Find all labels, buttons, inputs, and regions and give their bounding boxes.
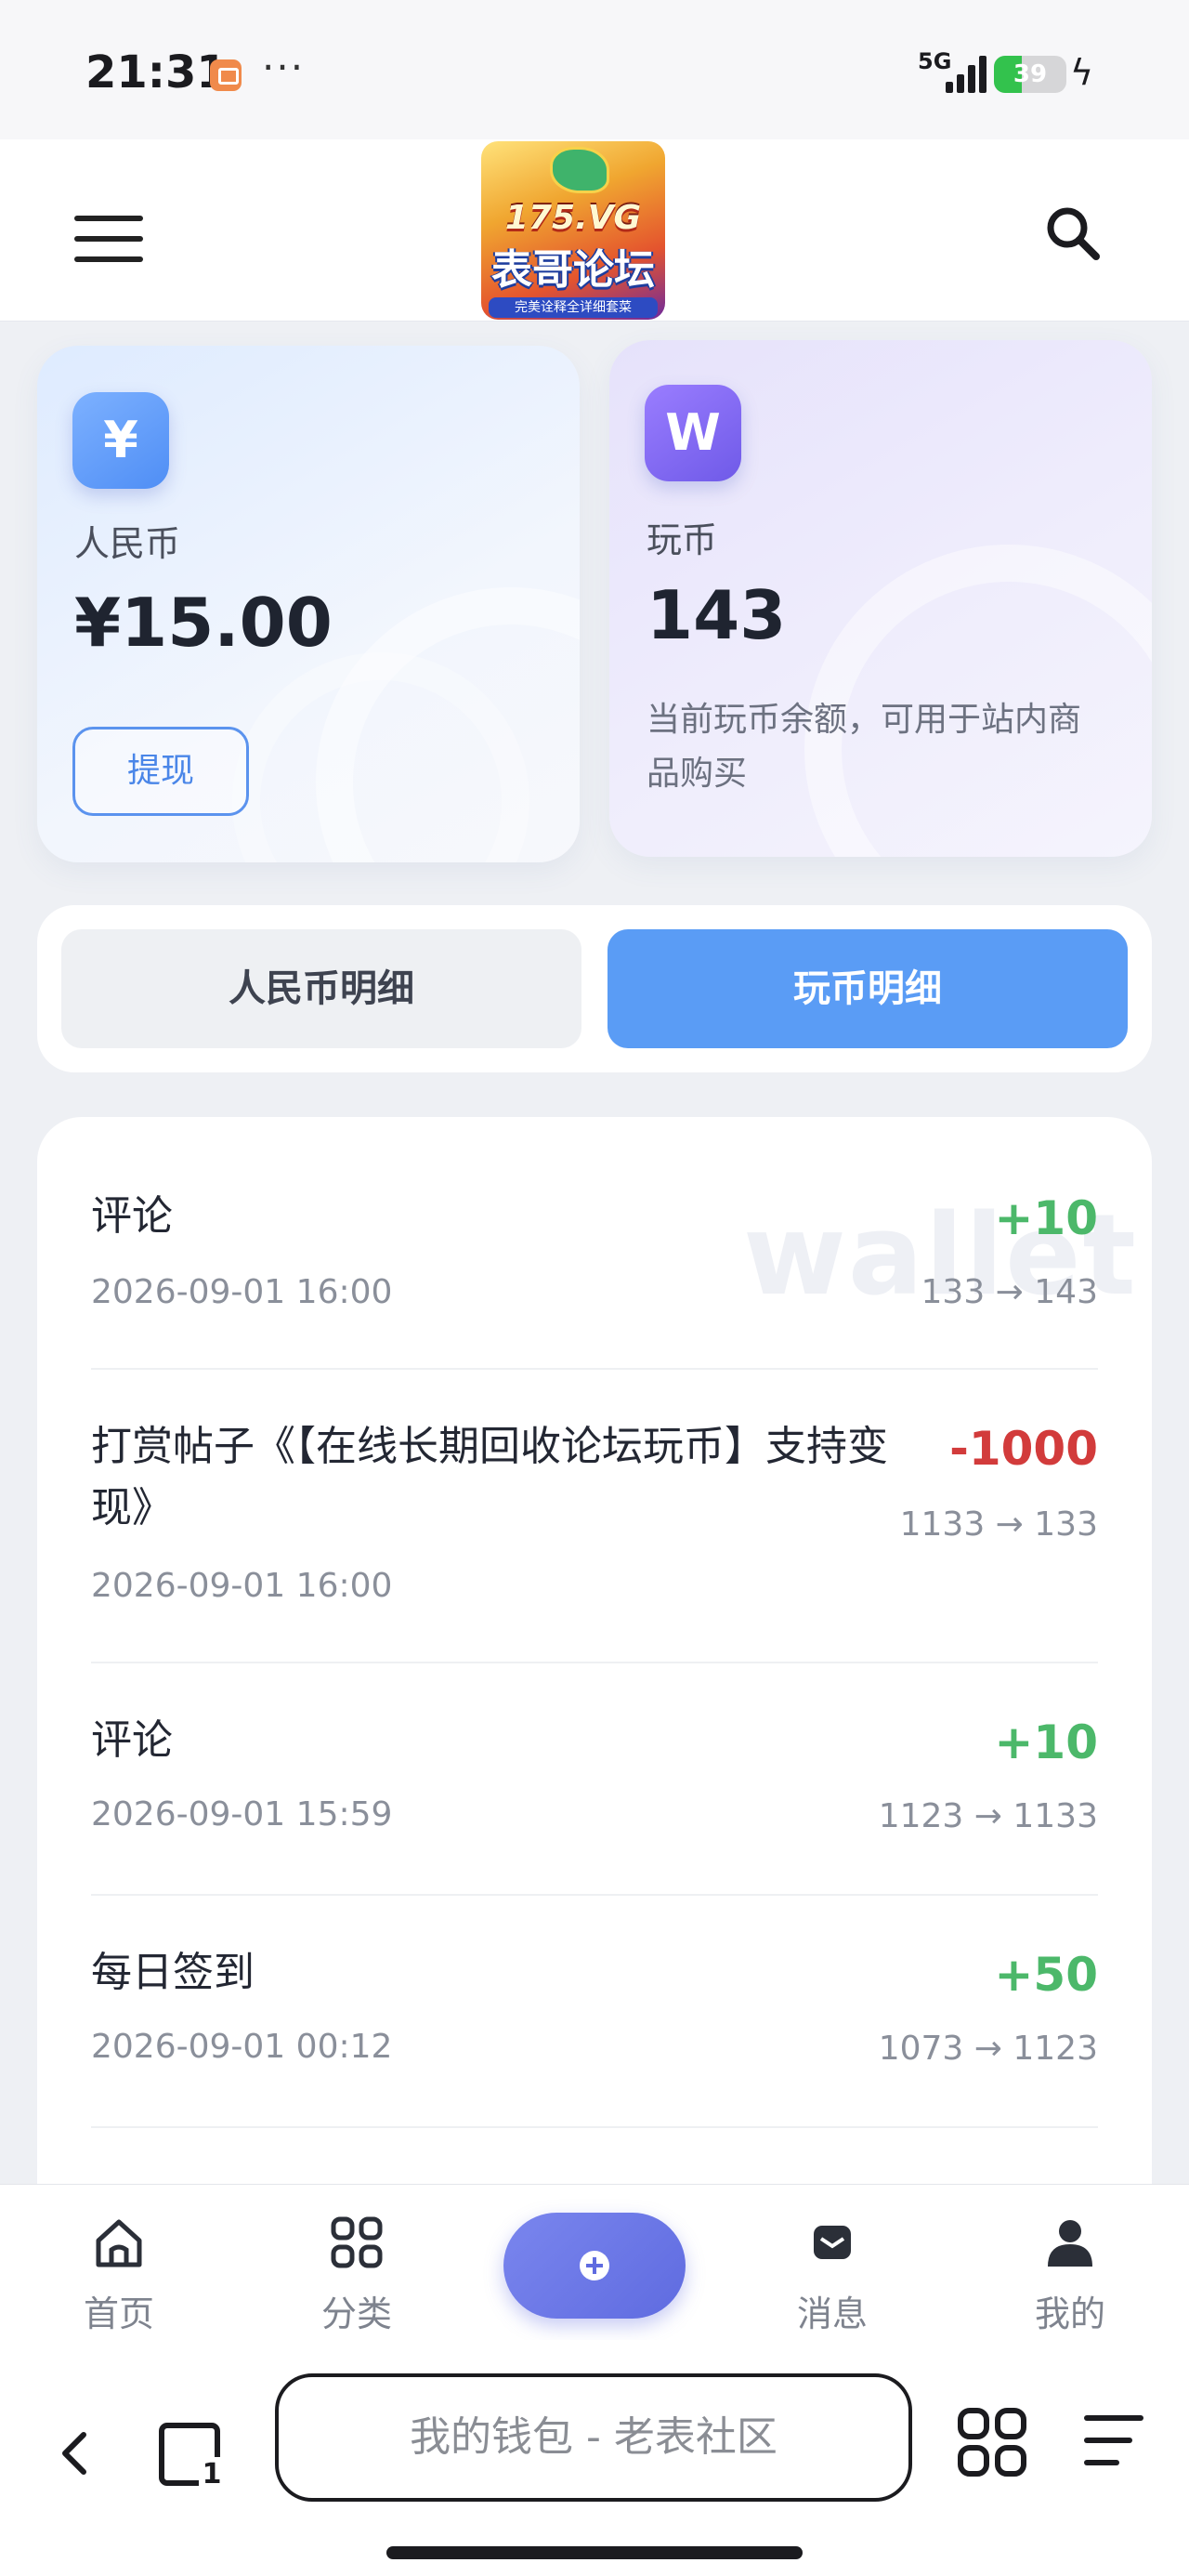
- nav-category-label: 分类: [320, 2293, 392, 2334]
- withdraw-button[interactable]: 提现: [72, 727, 249, 816]
- detail-tabs: 人民币明细 玩币明细: [37, 905, 1152, 1072]
- status-bar: 21:31 ··· 5G 39 ϟ: [0, 0, 1189, 139]
- apps-icon[interactable]: [957, 2407, 1027, 2477]
- list-item[interactable]: 评论 2026-09-01 16:00 +10 133 → 143: [91, 1117, 1098, 1370]
- home-icon: [96, 2219, 142, 2267]
- rmb-amount: ¥15.00: [74, 584, 333, 662]
- coin-amount: 143: [647, 576, 787, 654]
- user-icon: [1048, 2220, 1092, 2267]
- publish-button[interactable]: [503, 2213, 686, 2319]
- tabs-icon[interactable]: 1: [158, 2422, 225, 2489]
- menu-lines-icon[interactable]: [1081, 2411, 1146, 2472]
- tx-amount: -1000: [949, 1422, 1098, 1476]
- battery-percent: 39: [1013, 60, 1048, 88]
- address-bar[interactable]: 我的钱包 - 老表社区: [275, 2373, 912, 2502]
- home-indicator[interactable]: [386, 2546, 803, 2559]
- tx-title: 每日签到: [91, 1949, 255, 1996]
- coin-label: 玩币: [647, 519, 718, 560]
- list-item[interactable]: 每日签到 2026-09-01 00:12 +50 1073 → 1123: [91, 1896, 1098, 2128]
- nav-home-label: 首页: [83, 2293, 154, 2334]
- logo-tagline: 完美诠释全详细套菜: [489, 297, 658, 318]
- browser-toolbar: 1 我的钱包 - 老表社区: [0, 2340, 1189, 2576]
- nav-messages-label: 消息: [796, 2293, 868, 2334]
- nav-home[interactable]: 首页: [45, 2207, 193, 2334]
- tx-amount: +10: [994, 1191, 1098, 1245]
- plus-icon: [580, 2251, 609, 2280]
- search-icon: [1047, 207, 1100, 260]
- dragon-mascot-icon: [550, 147, 609, 193]
- svg-text:1: 1: [203, 2458, 222, 2489]
- tab-coin-detail[interactable]: 玩币明细: [608, 929, 1128, 1048]
- tab-rmb-detail[interactable]: 人民币明细: [61, 929, 581, 1048]
- more-notifications-icon: ···: [262, 45, 306, 90]
- tx-amount: +10: [994, 1715, 1098, 1769]
- tx-date: 2026-09-01 00:12: [91, 2028, 393, 2066]
- status-time: 21:31: [85, 46, 228, 99]
- tx-amount: +50: [994, 1948, 1098, 2002]
- rmb-balance-card: ¥ 人民币 ¥15.00 提现: [37, 346, 580, 862]
- coin-description: 当前玩币余额，可用于站内商品购买: [647, 701, 1082, 793]
- nav-messages[interactable]: 消息: [758, 2207, 907, 2334]
- charging-icon: ϟ: [1070, 52, 1094, 93]
- nav-mine-label: 我的: [1034, 2293, 1105, 2334]
- tx-balance-change: 1073 → 1123: [878, 2030, 1098, 2068]
- app-header: 175.VG 表哥论坛 完美诠释全详细套菜: [0, 139, 1189, 322]
- yuan-icon: ¥: [72, 392, 169, 489]
- coin-balance-card: W 玩币 143 当前玩币余额，可用于站内商品购买: [609, 340, 1152, 857]
- signal-icon: [938, 52, 986, 93]
- tx-date: 2026-09-01 16:00: [91, 1273, 393, 1311]
- coin-w-icon: W: [645, 385, 741, 481]
- battery-icon: 39: [994, 56, 1066, 93]
- tx-title: 评论: [91, 1192, 173, 1240]
- list-item[interactable]: 评论 2026-09-01 15:59 +10 1123 → 1133: [91, 1663, 1098, 1896]
- list-item[interactable]: 打赏帖子《【在线长期回收论坛玩币】支持变现》 2026-09-01 16:00 …: [91, 1370, 1098, 1663]
- nav-category[interactable]: 分类: [282, 2207, 431, 2334]
- back-icon[interactable]: [56, 2407, 93, 2500]
- tx-date: 2026-09-01 16:00: [91, 1567, 393, 1605]
- tx-date: 2026-09-01 15:59: [91, 1795, 393, 1833]
- menu-icon: [74, 216, 143, 221]
- tx-title: 打赏帖子《【在线长期回收论坛玩币】支持变现》: [91, 1423, 888, 1531]
- grid-icon: [331, 2216, 383, 2268]
- search-button[interactable]: [1044, 204, 1102, 262]
- tx-title: 评论: [91, 1716, 173, 1764]
- site-logo[interactable]: 175.VG 表哥论坛 完美诠释全详细套菜: [481, 141, 665, 320]
- message-icon: [814, 2226, 851, 2259]
- logo-title: 表哥论坛: [491, 246, 655, 294]
- menu-button[interactable]: [74, 216, 143, 264]
- nav-mine[interactable]: 我的: [996, 2207, 1144, 2334]
- logo-domain: 175.VG: [504, 199, 642, 237]
- tx-balance-change: 1123 → 1133: [878, 1797, 1098, 1835]
- tx-balance-change: 1133 → 133: [899, 1505, 1098, 1544]
- rmb-label: 人民币: [74, 523, 181, 564]
- tx-balance-change: 133 → 143: [921, 1273, 1098, 1311]
- notification-icon: [210, 59, 242, 91]
- bottom-nav: 首页 分类 消息 我的: [0, 2184, 1189, 2340]
